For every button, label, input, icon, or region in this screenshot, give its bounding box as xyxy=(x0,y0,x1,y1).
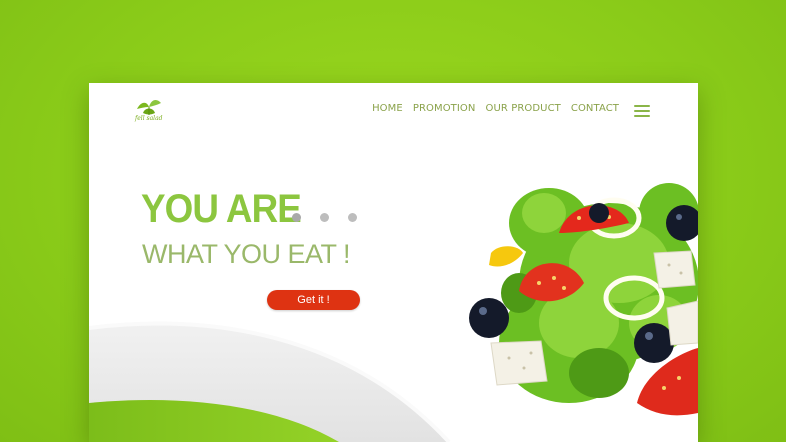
landing-page-card: fell salad HOME PROMOTION OUR PRODUCT CO… xyxy=(89,83,698,442)
dot xyxy=(348,213,357,222)
dot xyxy=(320,213,329,222)
nav-item-contact[interactable]: CONTACT xyxy=(571,103,619,114)
main-nav: HOME PROMOTION OUR PRODUCT CONTACT xyxy=(372,103,619,114)
nav-item-our-product[interactable]: OUR PRODUCT xyxy=(485,103,560,114)
salad-image xyxy=(469,183,698,416)
hero-subheadline: WHAT YOU EAT ! xyxy=(142,239,351,269)
hero-headline: YOU ARE xyxy=(141,187,302,231)
get-it-button[interactable]: Get it ! xyxy=(267,290,360,310)
leaf-logo-icon[interactable] xyxy=(133,95,165,127)
nav-item-home[interactable]: HOME xyxy=(372,103,403,114)
dot xyxy=(292,213,301,222)
loading-dots xyxy=(292,213,357,222)
logo-text: fell salad xyxy=(135,115,163,122)
hamburger-menu-icon[interactable] xyxy=(634,105,650,117)
nav-item-promotion[interactable]: PROMOTION xyxy=(413,103,476,114)
